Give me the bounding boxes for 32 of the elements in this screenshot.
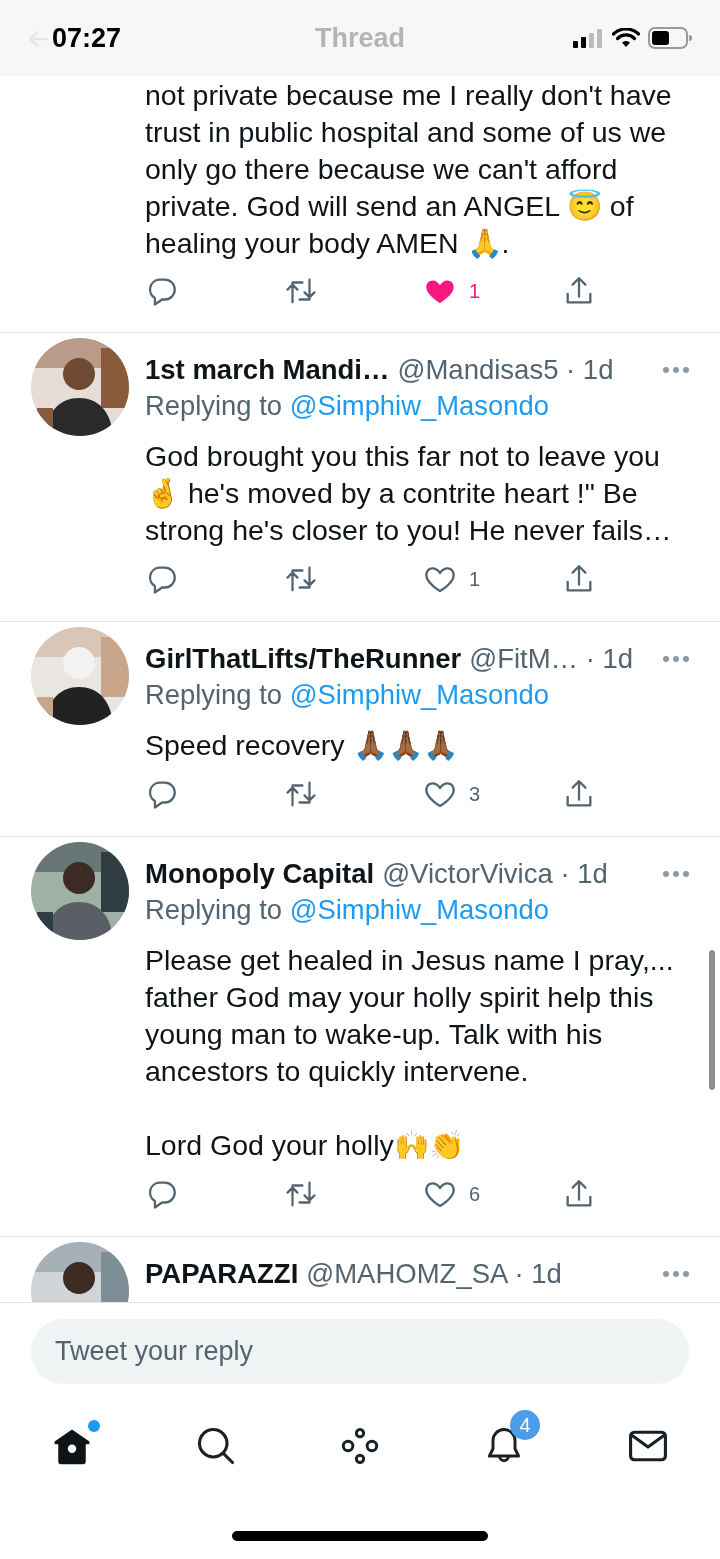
tweet-text: God brought you this far not to leave you 🤞 he's moved by a contrite heart !" Be strong he's closer to you! He never fails…	[145, 439, 673, 548]
battery-icon	[648, 27, 692, 49]
like-count: 3	[469, 782, 481, 806]
author-handle: @VictorVivica · 1d	[382, 858, 608, 890]
status-time: 07:27	[52, 22, 122, 54]
tweet-text: Lord God your holly🙌👏	[145, 1128, 465, 1163]
notification-badge: 4	[510, 1410, 540, 1440]
author-handle: @Mandisas5 · 1d	[397, 354, 614, 386]
scrollbar[interactable]	[709, 950, 715, 1090]
author-handle: @MAHOMZ_SA · 1d	[306, 1258, 562, 1290]
wifi-icon	[612, 28, 640, 48]
like-count: 1	[469, 279, 481, 303]
more-icon[interactable]	[662, 366, 690, 374]
author-name[interactable]: Monopoly Capital	[145, 858, 375, 890]
tweet-text: Speed recovery 🙏🏾🙏🏾🙏🏾	[145, 728, 459, 763]
more-icon[interactable]	[662, 655, 690, 663]
author-name[interactable]: 1st march Mandi…	[145, 354, 390, 386]
replying-to-text: Replying to @Simphiw_Masondo	[145, 893, 550, 927]
like-count: 6	[469, 1182, 481, 1206]
author-name[interactable]: PAPARAZZI	[145, 1258, 299, 1290]
more-icon[interactable]	[662, 870, 690, 878]
replying-to-text: Replying to @Simphiw_Masondo	[145, 389, 550, 423]
page-title: Thread	[315, 22, 405, 54]
signal-icon	[572, 28, 604, 48]
tweet-text: not private because me I really don't have trust in public hospital and some of us we only go there because we can't afford private. God will send an ANGEL 😇 of healing your body AMEN 🙏.	[145, 78, 673, 261]
more-icon[interactable]	[662, 1270, 690, 1278]
replying-to-text: Replying to @Simphiw_Masondo	[145, 678, 550, 712]
author-handle: @FitM… · 1d	[469, 643, 634, 675]
author-name[interactable]: GirlThatLifts/TheRunner	[145, 643, 462, 675]
like-count: 1	[469, 567, 481, 591]
reply-field[interactable]: Tweet your reply	[31, 1319, 689, 1384]
tweet-text: Please get healed in Jesus name I pray,... father God may your holly spirit help this young man to wake-up. Talk with his ancestors to quickly intervene.	[145, 943, 675, 1089]
